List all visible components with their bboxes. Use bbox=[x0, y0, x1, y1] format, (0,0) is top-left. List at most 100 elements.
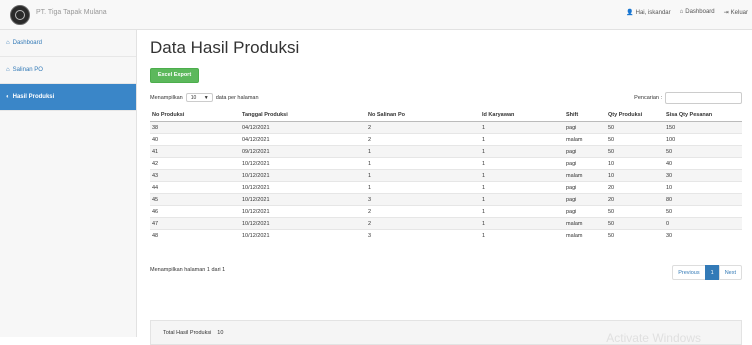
column-header[interactable]: No Salinan Po bbox=[366, 109, 480, 122]
table-cell: pagi bbox=[564, 181, 606, 194]
table-cell: 30 bbox=[664, 229, 742, 241]
column-header[interactable]: Tanggal Produksi bbox=[240, 109, 366, 122]
table-cell: pagi bbox=[564, 205, 606, 218]
table-cell: pagi bbox=[564, 121, 606, 134]
table-cell: 40 bbox=[664, 157, 742, 170]
sidebar-item-salinan-po[interactable]: ⌂ Salinan PO bbox=[0, 57, 136, 84]
column-header[interactable]: Sisa Qty Pesanan bbox=[664, 109, 742, 122]
user-icon: 👤 bbox=[626, 10, 634, 16]
table-cell: 2 bbox=[366, 205, 480, 218]
table-info: Menampilkan halaman 1 dari 1 bbox=[150, 267, 226, 273]
excel-export-button[interactable]: Excel Export bbox=[150, 68, 199, 83]
production-table: No Produksi Tanggal Produksi No Salinan Po… bbox=[150, 109, 742, 241]
table-cell: 80 bbox=[664, 193, 742, 206]
home-icon: ⌂ bbox=[6, 40, 10, 46]
sidebar-item-label: Dashboard bbox=[12, 40, 42, 46]
sidebar-item-hasil-produksi[interactable]: ◐ Hasil Produksi bbox=[0, 84, 136, 111]
company-logo-icon[interactable] bbox=[10, 5, 30, 25]
length-prefix-label: Menampilkan bbox=[150, 94, 183, 101]
table-row: 46 10/12/2021 2 1 pagi 50 50 bbox=[150, 205, 742, 218]
table-cell: 50 bbox=[606, 145, 664, 158]
column-header[interactable]: No Produksi bbox=[150, 109, 240, 122]
user-greeting-link[interactable]: 👤 Hai, iskandar bbox=[626, 9, 671, 16]
table-cell: 1 bbox=[480, 229, 564, 241]
user-greeting-label: Hai, iskandar bbox=[635, 10, 671, 16]
table-cell: 1 bbox=[366, 157, 480, 170]
table-cell: malam bbox=[564, 169, 606, 182]
chevron-down-icon: ▼ bbox=[203, 95, 209, 101]
sidebar-item-label: Hasil Produksi bbox=[12, 94, 55, 100]
table-cell: 3 bbox=[366, 193, 480, 206]
table-row: 41 09/12/2021 1 1 pagi 50 50 bbox=[150, 145, 742, 158]
table-cell: 50 bbox=[606, 205, 664, 218]
table-cell: 46 bbox=[150, 205, 240, 218]
table-row: 40 04/12/2021 2 1 malam 50 100 bbox=[150, 133, 742, 146]
table-row: 47 10/12/2021 2 1 malam 50 0 bbox=[150, 217, 742, 230]
table-cell: 0 bbox=[664, 217, 742, 230]
table-cell: 10 bbox=[606, 169, 664, 182]
home-icon: ⌂ bbox=[6, 67, 10, 73]
page-length-select[interactable]: 10 ▼ bbox=[185, 93, 213, 102]
table-cell: 1 bbox=[480, 193, 564, 206]
brand-name[interactable]: PT. Tiga Tapak Mulana bbox=[36, 9, 107, 16]
sidebar-item-label: Salinan PO bbox=[12, 67, 43, 73]
sidebar-item-dashboard[interactable]: ⌂ Dashboard bbox=[0, 30, 136, 57]
table-row: 43 10/12/2021 1 1 malam 10 30 bbox=[150, 169, 742, 182]
table-body: 38 04/12/2021 2 1 pagi 50 150 40 04/12/2021 2 1 mal… bbox=[150, 121, 742, 241]
table-cell: 44 bbox=[150, 181, 240, 194]
table-row: 44 10/12/2021 1 1 pagi 20 10 bbox=[150, 181, 742, 194]
table-cell: 1 bbox=[366, 181, 480, 194]
top-nav-links: 👤 Hai, iskandar ⌂ Dashboard ⇥ Keluar bbox=[626, 9, 748, 16]
table-cell: 2 bbox=[366, 217, 480, 230]
table-cell: 150 bbox=[664, 121, 742, 134]
table-cell: 50 bbox=[606, 217, 664, 230]
column-header[interactable]: Id Karyawan bbox=[480, 109, 564, 122]
table-cell: 1 bbox=[480, 205, 564, 218]
table-cell: 50 bbox=[606, 133, 664, 146]
logout-link[interactable]: ⇥ Keluar bbox=[724, 9, 748, 16]
page-title: Data Hasil Produksi bbox=[150, 38, 300, 57]
length-suffix-label: data per halaman bbox=[215, 94, 259, 101]
table-cell: 09/12/2021 bbox=[240, 145, 366, 158]
search-control: Pencarian : bbox=[634, 92, 742, 104]
table-cell: 50 bbox=[606, 229, 664, 241]
pagination: Previous 1 Next bbox=[672, 265, 742, 280]
top-navbar: PT. Tiga Tapak Mulana 👤 Hai, iskandar ⌂ Da… bbox=[0, 0, 752, 30]
column-header[interactable]: Qty Produksi bbox=[606, 109, 664, 122]
total-production-panel: Total Hasil Produksi 10 Activate Windows bbox=[150, 320, 742, 345]
table-cell: 38 bbox=[150, 121, 240, 134]
table-cell: 41 bbox=[150, 145, 240, 158]
table-cell: 43 bbox=[150, 169, 240, 182]
table-cell: 42 bbox=[150, 157, 240, 170]
table-cell: 1 bbox=[480, 181, 564, 194]
table-cell: 45 bbox=[150, 193, 240, 206]
table-cell: 10 bbox=[664, 181, 742, 194]
next-page-button[interactable]: Next bbox=[718, 265, 742, 280]
table-cell: 40 bbox=[150, 133, 240, 146]
column-header[interactable]: Shift bbox=[564, 109, 606, 122]
table-cell: 1 bbox=[480, 121, 564, 134]
page-length-control: Menampilkan 10 ▼ data per halaman bbox=[150, 93, 259, 102]
table-cell: 1 bbox=[366, 145, 480, 158]
table-row: 42 10/12/2021 1 1 pagi 10 40 bbox=[150, 157, 742, 170]
chart-icon: ◐ bbox=[6, 94, 10, 100]
dashboard-link[interactable]: ⌂ Dashboard bbox=[680, 9, 715, 16]
table-cell: malam bbox=[564, 229, 606, 241]
table-cell: 2 bbox=[366, 133, 480, 146]
logout-icon: ⇥ bbox=[723, 10, 729, 16]
previous-page-button[interactable]: Previous bbox=[672, 265, 706, 280]
table-cell: pagi bbox=[564, 157, 606, 170]
table-row: 45 10/12/2021 3 1 pagi 20 80 bbox=[150, 193, 742, 206]
search-input[interactable] bbox=[665, 92, 742, 104]
activate-windows-watermark: Activate Windows bbox=[606, 331, 701, 345]
table-cell: 50 bbox=[664, 145, 742, 158]
table-cell: malam bbox=[564, 217, 606, 230]
table-cell: pagi bbox=[564, 145, 606, 158]
table-cell: 1 bbox=[480, 157, 564, 170]
table-cell: 20 bbox=[606, 193, 664, 206]
table-cell: 2 bbox=[366, 121, 480, 134]
table-cell: 10/12/2021 bbox=[240, 193, 366, 206]
total-production-label: Total Hasil Produksi bbox=[163, 330, 212, 336]
table-cell: 50 bbox=[664, 205, 742, 218]
page-1-button[interactable]: 1 bbox=[704, 265, 720, 280]
